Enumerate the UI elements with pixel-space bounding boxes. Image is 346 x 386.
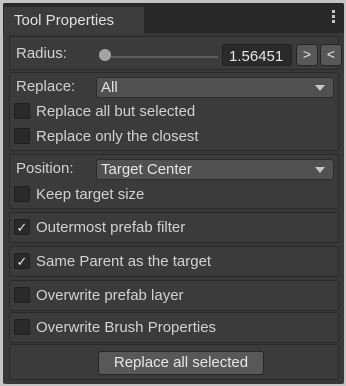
replace-all-but-selected-label: Replace all but selected [36, 103, 196, 120]
keep-target-size-label: Keep target size [36, 186, 145, 203]
replace-dropdown-value: All [101, 79, 118, 96]
overwrite-prefab-layer-checkbox[interactable] [14, 287, 30, 303]
position-dropdown-value: Target Center [101, 161, 192, 178]
same-parent-section: ✓ Same Parent as the target [9, 246, 339, 277]
chevron-down-icon [315, 167, 325, 173]
outermost-prefab-filter-option[interactable]: ✓ Outermost prefab filter [10, 217, 330, 239]
more-options-icon[interactable] [332, 10, 336, 25]
same-parent-label: Same Parent as the target [36, 253, 212, 270]
outermost-prefab-filter-checkbox[interactable]: ✓ [14, 219, 30, 235]
same-parent-checkbox[interactable]: ✓ [14, 253, 30, 269]
action-section: Replace all selected [9, 344, 339, 380]
replace-all-but-selected-option[interactable]: Replace all but selected [10, 101, 330, 123]
position-label: Position: [16, 160, 74, 177]
replace-all-but-selected-checkbox[interactable] [14, 103, 30, 119]
replace-section: Replace: All Replace all but selected Re… [9, 72, 339, 151]
outermost-prefab-filter-label: Outermost prefab filter [36, 219, 186, 236]
position-dropdown[interactable]: Target Center [96, 159, 334, 180]
window-titlebar: Tool Properties [3, 3, 344, 33]
radius-decrease-button[interactable]: < [320, 44, 342, 66]
radius-increase-button[interactable]: > [296, 44, 318, 66]
overwrite-brush-properties-label: Overwrite Brush Properties [36, 319, 217, 336]
chevron-down-icon [315, 85, 325, 91]
overwrite-prefab-layer-label: Overwrite prefab layer [36, 287, 184, 304]
replace-dropdown[interactable]: All [96, 77, 334, 98]
same-parent-option[interactable]: ✓ Same Parent as the target [10, 251, 330, 273]
replace-all-selected-button[interactable]: Replace all selected [98, 351, 264, 375]
replace-label: Replace: [16, 78, 76, 95]
position-section: Position: Target Center Keep target size [9, 154, 339, 209]
replace-only-closest-option[interactable]: Replace only the closest [10, 126, 330, 148]
tab-tool-properties[interactable]: Tool Properties [4, 5, 144, 33]
keep-target-size-option[interactable]: Keep target size [10, 184, 330, 206]
radius-label: Radius: [16, 45, 67, 62]
radius-value-field[interactable] [222, 44, 292, 66]
replace-only-closest-label: Replace only the closest [36, 128, 199, 145]
overwrite-layer-section: Overwrite prefab layer [9, 280, 339, 311]
overwrite-brush-properties-option[interactable]: Overwrite Brush Properties [10, 317, 330, 339]
replace-only-closest-checkbox[interactable] [14, 128, 30, 144]
radius-slider-thumb[interactable] [99, 49, 112, 61]
tab-title: Tool Properties [14, 12, 115, 29]
radius-section: Radius: > < [9, 36, 342, 70]
tool-properties-window: Tool Properties Radius: > < Replace: All… [3, 3, 344, 384]
overwrite-prefab-layer-option[interactable]: Overwrite prefab layer [10, 285, 330, 307]
outermost-filter-section: ✓ Outermost prefab filter [9, 212, 339, 243]
overwrite-brush-properties-checkbox[interactable] [14, 319, 30, 335]
radius-slider-track[interactable] [102, 56, 218, 58]
keep-target-size-checkbox[interactable] [14, 186, 30, 202]
overwrite-brush-section: Overwrite Brush Properties [9, 312, 339, 343]
